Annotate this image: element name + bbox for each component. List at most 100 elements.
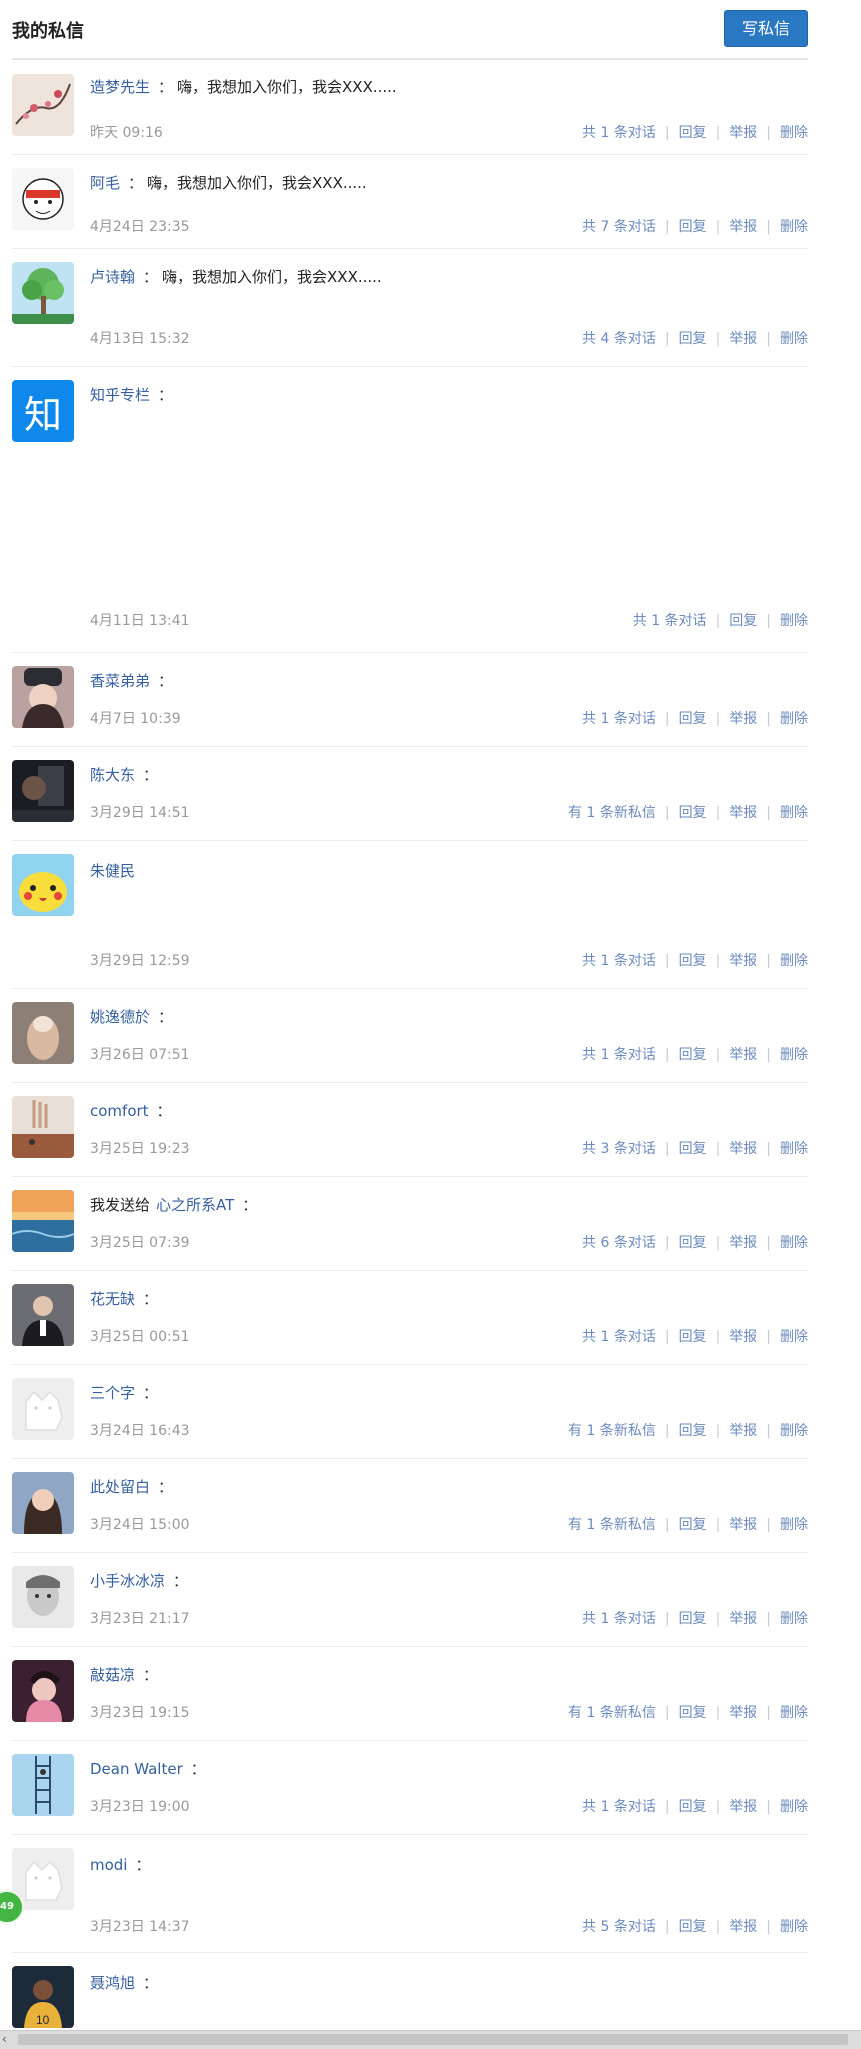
user-avatar[interactable]: 10 (12, 1966, 74, 2028)
conversation-count-link[interactable]: 共 1 条对话 (582, 711, 656, 727)
report-link[interactable]: 举报 (729, 331, 757, 347)
delete-link[interactable]: 删除 (780, 1423, 808, 1439)
conversation-count-link[interactable]: 有 1 条新私信 (568, 1423, 656, 1439)
reply-link[interactable]: 回复 (679, 1235, 707, 1251)
message-preview[interactable]: 嗨，我想加入你们，我会XXX..... (177, 78, 397, 96)
delete-link[interactable]: 删除 (780, 1235, 808, 1251)
report-link[interactable]: 举报 (729, 1919, 757, 1935)
user-avatar[interactable] (12, 1754, 74, 1816)
user-avatar[interactable] (12, 1096, 74, 1158)
conversation-count-link[interactable]: 共 1 条对话 (582, 1047, 656, 1063)
conversation-count-link[interactable]: 共 1 条对话 (582, 1611, 656, 1627)
user-avatar[interactable]: 知 (12, 380, 74, 442)
reply-link[interactable]: 回复 (679, 1517, 707, 1533)
report-link[interactable]: 举报 (729, 1611, 757, 1627)
reply-link[interactable]: 回复 (679, 219, 707, 235)
report-link[interactable]: 举报 (729, 1799, 757, 1815)
reply-link[interactable]: 回复 (679, 711, 707, 727)
user-avatar[interactable] (12, 1190, 74, 1252)
conversation-count-link[interactable]: 共 1 条对话 (582, 1799, 656, 1815)
delete-link[interactable]: 删除 (780, 1799, 808, 1815)
report-link[interactable]: 举报 (729, 953, 757, 969)
sender-name-link[interactable]: 聂鸿旭 (90, 1974, 135, 1992)
reply-link[interactable]: 回复 (679, 331, 707, 347)
sender-name-link[interactable]: Dean Walter (90, 1760, 183, 1778)
user-avatar[interactable] (12, 168, 74, 230)
sender-name-link[interactable]: 三个字 (90, 1384, 135, 1402)
user-avatar[interactable] (12, 1378, 74, 1440)
user-avatar[interactable] (12, 74, 74, 136)
reply-link[interactable]: 回复 (679, 1423, 707, 1439)
sender-name-link[interactable]: 阿毛 (90, 174, 120, 192)
write-message-button[interactable]: 写私信 (724, 10, 808, 47)
delete-link[interactable]: 删除 (780, 1919, 808, 1935)
user-avatar[interactable] (12, 1566, 74, 1628)
reply-link[interactable]: 回复 (679, 1329, 707, 1345)
delete-link[interactable]: 删除 (780, 125, 808, 141)
conversation-count-link[interactable]: 共 4 条对话 (582, 331, 656, 347)
sender-name-link[interactable]: 知乎专栏 (90, 386, 150, 404)
conversation-count-link[interactable]: 共 6 条对话 (582, 1235, 656, 1251)
delete-link[interactable]: 删除 (780, 1329, 808, 1345)
user-avatar[interactable] (12, 1284, 74, 1346)
report-link[interactable]: 举报 (729, 805, 757, 821)
user-avatar[interactable] (12, 1002, 74, 1064)
horizontal-scrollbar[interactable]: ‹ (0, 2030, 861, 2049)
reply-link[interactable]: 回复 (679, 1141, 707, 1157)
user-avatar[interactable] (12, 262, 74, 324)
reply-link[interactable]: 回复 (679, 805, 707, 821)
user-avatar[interactable] (12, 1472, 74, 1534)
delete-link[interactable]: 删除 (780, 1047, 808, 1063)
user-avatar[interactable] (12, 760, 74, 822)
report-link[interactable]: 举报 (729, 1141, 757, 1157)
delete-link[interactable]: 删除 (780, 711, 808, 727)
conversation-count-link[interactable]: 有 1 条新私信 (568, 1705, 656, 1721)
delete-link[interactable]: 删除 (780, 1611, 808, 1627)
sender-name-link[interactable]: 造梦先生 (90, 78, 150, 96)
sender-name-link[interactable]: 花无缺 (90, 1290, 135, 1308)
message-preview[interactable]: 嗨，我想加入你们，我会XXX..... (147, 174, 367, 192)
delete-link[interactable]: 删除 (780, 805, 808, 821)
report-link[interactable]: 举报 (729, 1517, 757, 1533)
conversation-count-link[interactable]: 共 1 条对话 (582, 953, 656, 969)
conversation-count-link[interactable]: 共 1 条对话 (582, 125, 656, 141)
conversation-count-link[interactable]: 有 1 条新私信 (568, 805, 656, 821)
sender-name-link[interactable]: 卢诗翰 (90, 268, 135, 286)
sender-name-link[interactable]: 此处留白 (90, 1478, 150, 1496)
sender-name-link[interactable]: 陈大东 (90, 766, 135, 784)
conversation-count-link[interactable]: 有 1 条新私信 (568, 1517, 656, 1533)
report-link[interactable]: 举报 (729, 1423, 757, 1439)
delete-link[interactable]: 删除 (780, 953, 808, 969)
report-link[interactable]: 举报 (729, 1235, 757, 1251)
scrollbar-thumb[interactable] (18, 2034, 848, 2045)
user-avatar[interactable] (12, 666, 74, 728)
report-link[interactable]: 举报 (729, 1329, 757, 1345)
conversation-count-link[interactable]: 共 1 条对话 (633, 613, 707, 629)
conversation-count-link[interactable]: 共 1 条对话 (582, 1329, 656, 1345)
reply-link[interactable]: 回复 (679, 953, 707, 969)
reply-link[interactable]: 回复 (679, 1047, 707, 1063)
delete-link[interactable]: 删除 (780, 331, 808, 347)
sender-name-link[interactable]: 心之所系AT (156, 1196, 234, 1214)
sender-name-link[interactable]: 小手冰冰凉 (90, 1572, 165, 1590)
report-link[interactable]: 举报 (729, 1705, 757, 1721)
reply-link[interactable]: 回复 (679, 1799, 707, 1815)
reply-link[interactable]: 回复 (729, 613, 757, 629)
delete-link[interactable]: 删除 (780, 219, 808, 235)
report-link[interactable]: 举报 (729, 125, 757, 141)
reply-link[interactable]: 回复 (679, 1705, 707, 1721)
conversation-count-link[interactable]: 共 7 条对话 (582, 219, 656, 235)
conversation-count-link[interactable]: 共 5 条对话 (582, 1919, 656, 1935)
reply-link[interactable]: 回复 (679, 1919, 707, 1935)
delete-link[interactable]: 删除 (780, 1141, 808, 1157)
delete-link[interactable]: 删除 (780, 613, 808, 629)
report-link[interactable]: 举报 (729, 1047, 757, 1063)
scroll-left-arrow-icon[interactable]: ‹ (2, 2032, 7, 2046)
message-preview[interactable]: 嗨，我想加入你们，我会XXX..... (162, 268, 382, 286)
user-avatar[interactable] (12, 854, 74, 916)
reply-link[interactable]: 回复 (679, 1611, 707, 1627)
report-link[interactable]: 举报 (729, 711, 757, 727)
sender-name-link[interactable]: comfort (90, 1102, 149, 1120)
conversation-count-link[interactable]: 共 3 条对话 (582, 1141, 656, 1157)
reply-link[interactable]: 回复 (679, 125, 707, 141)
